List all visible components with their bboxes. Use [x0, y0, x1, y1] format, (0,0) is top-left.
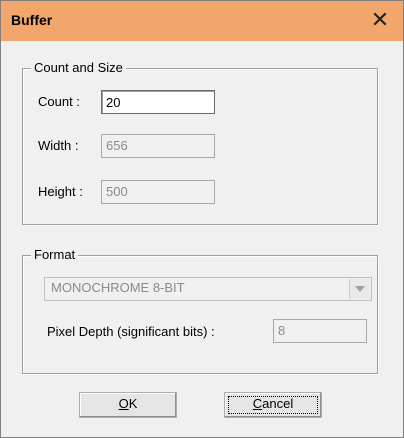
count-input[interactable]	[101, 90, 215, 114]
ok-button[interactable]: OK	[79, 392, 177, 418]
cancel-button[interactable]: Cancel	[224, 392, 322, 418]
close-icon[interactable]: ✕	[367, 8, 393, 34]
format-legend: Format	[31, 247, 79, 262]
count-label: Count :	[38, 94, 80, 109]
format-group: Format MONOCHROME 8-BIT Pixel Depth (sig…	[22, 247, 378, 374]
count-size-legend: Count and Size	[31, 60, 126, 75]
cancel-mnemonic: C	[252, 396, 263, 411]
pixel-depth-field: 8	[273, 319, 367, 343]
format-select[interactable]: MONOCHROME 8-BIT	[44, 277, 372, 301]
pixel-depth-label: Pixel Depth (significant bits) :	[47, 324, 215, 339]
height-field: 500	[101, 180, 215, 204]
ok-mnemonic: O	[118, 396, 129, 411]
height-label: Height :	[38, 184, 83, 199]
ok-label-rest: K	[128, 396, 138, 411]
chevron-down-icon[interactable]	[349, 279, 370, 299]
cancel-label-rest: ancel	[262, 396, 294, 411]
format-select-value: MONOCHROME 8-BIT	[51, 280, 185, 295]
dialog-client: Count and Size Count : Width : 656 Heigh…	[1, 41, 403, 437]
width-label: Width :	[38, 138, 79, 153]
window-title: Buffer	[11, 12, 53, 28]
buffer-dialog: Buffer ✕ Count and Size Count : Width : …	[0, 0, 404, 438]
count-size-group: Count and Size Count : Width : 656 Heigh…	[22, 60, 378, 225]
title-bar[interactable]: Buffer ✕	[1, 1, 403, 41]
width-field: 656	[101, 134, 215, 158]
